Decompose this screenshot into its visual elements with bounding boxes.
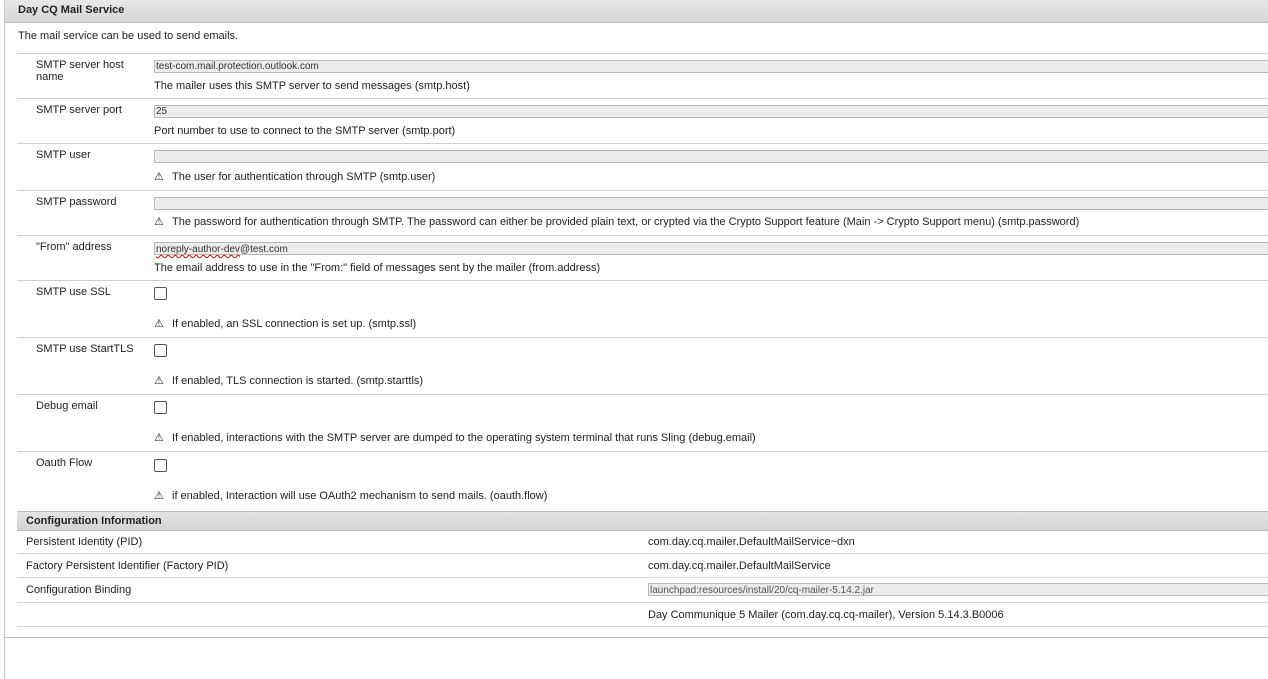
config-key: Configuration Binding — [26, 584, 132, 596]
warning-icon: ⚠ — [154, 432, 164, 444]
panel-header: Day CQ Mail Service — [5, 0, 1268, 23]
field-hint: if enabled, Interaction will use OAuth2 … — [172, 490, 548, 502]
debug-email-checkbox[interactable] — [154, 401, 167, 414]
field-row-smtp-starttls: SMTP use StartTLS ⚠ If enabled, TLS conne… — [17, 337, 1268, 394]
smtp-user-input[interactable] — [154, 150, 1268, 163]
config-value: Day Communique 5 Mailer (com.day.cq.cq-m… — [648, 609, 1004, 621]
warning-icon: ⚠ — [154, 318, 164, 330]
warning-icon: ⚠ — [154, 171, 164, 183]
field-label: SMTP user — [36, 149, 91, 161]
smtp-port-input[interactable] — [154, 105, 1268, 118]
config-row-pid: Persistent Identity (PID) com.day.cq.mai… — [17, 530, 1268, 554]
config-row-bundle: Day Communique 5 Mailer (com.day.cq.cq-m… — [17, 603, 1268, 627]
panel-bottom-divider — [5, 637, 1268, 638]
config-key: Factory Persistent Identifier (Factory P… — [26, 560, 229, 572]
field-hint: The email address to use in the "From:" … — [154, 262, 601, 274]
field-hint-wrap: ⚠ The password for authentication through… — [154, 215, 1079, 228]
config-value: com.day.cq.mailer.DefaultMailService~dxn — [648, 536, 855, 548]
config-row-factory-pid: Factory Persistent Identifier (Factory P… — [17, 554, 1268, 578]
field-hint: The password for authentication through … — [172, 216, 1080, 228]
field-hint-wrap: ⚠ If enabled, an SSL connection is set up… — [154, 317, 416, 330]
field-hint: The mailer uses this SMTP server to send… — [154, 80, 470, 92]
panel-title: Day CQ Mail Service — [18, 4, 125, 16]
config-binding-field[interactable]: launchpad:resources/install/20/cq-mailer… — [648, 583, 1268, 596]
config-row-binding: Configuration Binding launchpad:resource… — [17, 578, 1268, 603]
field-hint-wrap: ⚠ The user for authentication through SMT… — [154, 170, 435, 183]
service-description: The mail service can be used to send ema… — [18, 30, 239, 42]
config-value: com.day.cq.mailer.DefaultMailService — [648, 560, 831, 572]
field-label: "From" address — [36, 241, 112, 253]
field-hint: The user for authentication through SMTP… — [172, 171, 436, 183]
field-row-debug-email: Debug email ⚠ If enabled, interactions wi… — [17, 394, 1268, 451]
smtp-host-input[interactable] — [154, 60, 1268, 73]
field-hint: Port number to use to connect to the SMT… — [154, 125, 456, 137]
field-label: SMTP server host name — [36, 59, 124, 83]
field-hint-wrap: ⚠ if enabled, Interaction will use OAuth2… — [154, 489, 547, 502]
field-row-smtp-ssl: SMTP use SSL ⚠ If enabled, an SSL connect… — [17, 280, 1268, 337]
field-hint: If enabled, an SSL connection is set up.… — [172, 318, 417, 330]
field-label: SMTP password — [36, 196, 117, 208]
field-hint-wrap: ⚠ If enabled, interactions with the SMTP … — [154, 431, 756, 444]
field-row-smtp-host: SMTP server host name The mailer uses th… — [17, 53, 1268, 98]
from-address-value-part2: @test.com — [239, 244, 288, 255]
warning-icon: ⚠ — [154, 490, 164, 502]
smtp-ssl-checkbox[interactable] — [154, 287, 167, 300]
oauth-flow-checkbox[interactable] — [154, 459, 167, 472]
field-label: Debug email — [36, 400, 98, 412]
left-border — [4, 0, 5, 679]
field-row-smtp-user: SMTP user ⚠ The user for authentication t… — [17, 143, 1268, 190]
from-address-value-part1: noreply-author-dev — [156, 244, 240, 255]
warning-icon: ⚠ — [154, 375, 164, 387]
config-key: Persistent Identity (PID) — [26, 536, 143, 548]
field-row-smtp-password: SMTP password ⚠ The password for authenti… — [17, 190, 1268, 235]
field-label: SMTP use SSL — [36, 286, 111, 298]
warning-icon: ⚠ — [154, 216, 164, 228]
field-row-smtp-port: SMTP server port Port number to use to c… — [17, 98, 1268, 144]
from-address-input[interactable]: noreply-author-dev@test.com — [154, 242, 1268, 255]
field-label: Oauth Flow — [36, 457, 93, 469]
config-info-title: Configuration Information — [26, 515, 162, 527]
field-row-oauth-flow: Oauth Flow ⚠ if enabled, Interaction will… — [17, 451, 1268, 510]
field-row-from-address: "From" address noreply-author-dev@test.c… — [17, 235, 1268, 280]
field-label: SMTP server port — [36, 104, 122, 116]
field-label: SMTP use StartTLS — [36, 343, 134, 355]
field-hint-wrap: ⚠ If enabled, TLS connection is started. … — [154, 374, 423, 387]
smtp-password-input[interactable] — [154, 197, 1268, 210]
field-hint: If enabled, interactions with the SMTP s… — [172, 432, 756, 444]
smtp-starttls-checkbox[interactable] — [154, 344, 167, 357]
config-info-header: Configuration Information — [17, 511, 1268, 531]
field-hint: If enabled, TLS connection is started. (… — [172, 375, 424, 387]
